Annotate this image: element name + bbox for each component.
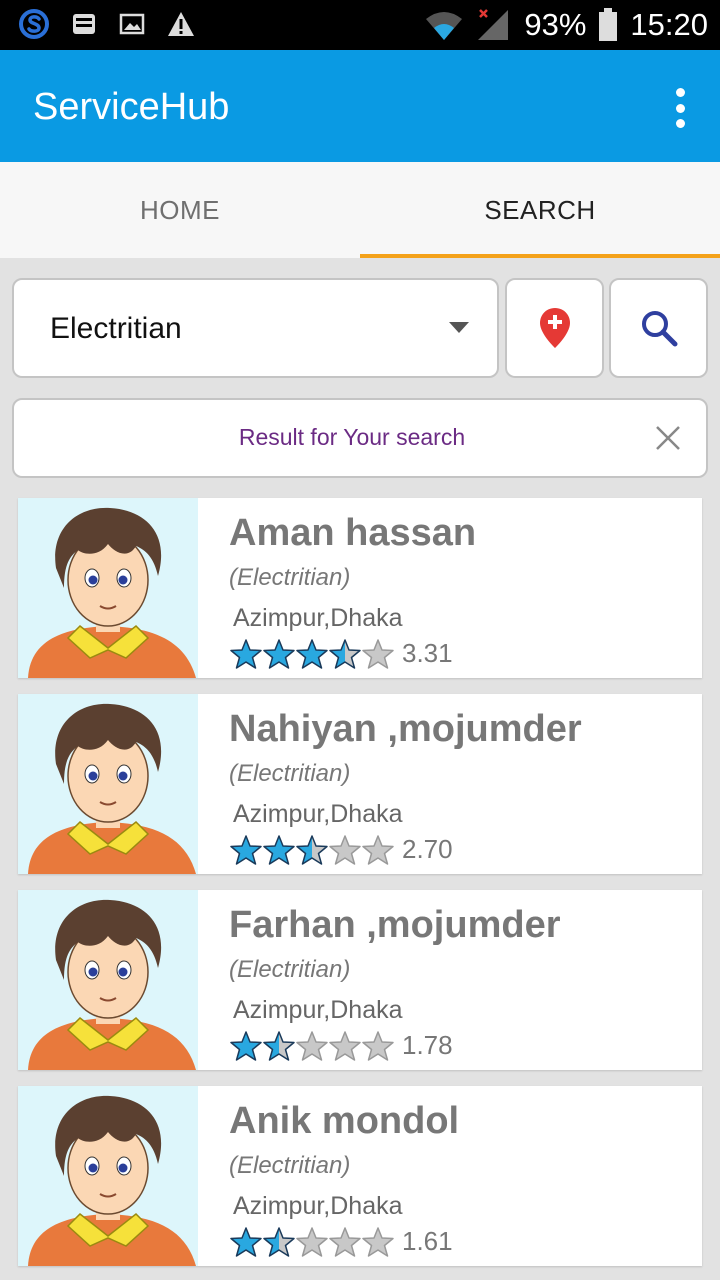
provider-location: Azimpur,Dhaka [233, 1192, 403, 1220]
status-bar: 93% 15:20 [0, 0, 720, 50]
star-empty-icon [362, 1030, 394, 1061]
result-card[interactable]: Aman hassan (Electritian) Azimpur,Dhaka … [18, 498, 702, 678]
star-empty-icon [362, 638, 394, 669]
result-banner: Result for Your search [12, 398, 708, 478]
rating-row: 1.78 [230, 1030, 453, 1061]
tab-home[interactable]: HOME [0, 162, 360, 258]
star-half-icon [263, 1030, 295, 1061]
results-list: Aman hassan (Electritian) Azimpur,Dhaka … [18, 498, 702, 1280]
avatar [18, 694, 198, 874]
provider-category: (Electritian) [229, 760, 351, 787]
battery-icon [599, 8, 618, 41]
star-full-icon [230, 638, 262, 669]
location-button[interactable] [505, 278, 604, 378]
provider-location: Azimpur,Dhaka [233, 996, 403, 1024]
star-full-icon [230, 834, 262, 865]
provider-category: (Electritian) [229, 956, 351, 983]
cell-signal-icon [478, 9, 509, 40]
star-half-icon [263, 1226, 295, 1257]
category-selected: Electritian [50, 312, 182, 345]
provider-location: Azimpur,Dhaka [233, 800, 403, 828]
search-button[interactable] [609, 278, 708, 378]
inbox-icon [73, 14, 95, 34]
provider-name: Anik mondol [229, 1100, 460, 1142]
tab-bar: HOME SEARCH [0, 162, 720, 258]
provider-name: Nahiyan ,mojumder [229, 708, 582, 750]
rating-stars [230, 638, 394, 669]
provider-location: Azimpur,Dhaka [233, 604, 403, 632]
image-icon [119, 13, 145, 35]
skype-icon [19, 9, 49, 39]
overflow-menu-icon[interactable] [670, 88, 690, 128]
star-full-icon [230, 1226, 262, 1257]
avatar [18, 498, 198, 678]
rating-stars [230, 1226, 394, 1257]
avatar [18, 1086, 198, 1266]
rating-row: 2.70 [230, 834, 453, 865]
star-empty-icon [296, 1226, 328, 1257]
star-empty-icon [329, 834, 361, 865]
star-full-icon [296, 638, 328, 669]
app-bar: ServiceHub [0, 50, 720, 162]
provider-name: Aman hassan [229, 512, 477, 554]
star-empty-icon [329, 1030, 361, 1061]
warning-icon [168, 12, 194, 36]
dropdown-arrow-icon [449, 322, 469, 333]
star-half-icon [329, 638, 361, 669]
location-pin-icon [539, 308, 570, 348]
result-card[interactable]: Nahiyan ,mojumder (Electritian) Azimpur,… [18, 694, 702, 874]
provider-name: Farhan ,mojumder [229, 904, 561, 946]
star-full-icon [263, 638, 295, 669]
tab-indicator [360, 254, 720, 258]
category-dropdown[interactable]: Electritian [12, 278, 499, 378]
result-card[interactable]: Anik mondol (Electritian) Azimpur,Dhaka … [18, 1086, 702, 1266]
wifi-icon [426, 12, 463, 40]
rating-value: 3.31 [402, 638, 453, 668]
close-icon[interactable] [654, 424, 682, 452]
app-title: ServiceHub [33, 86, 230, 128]
star-full-icon [263, 834, 295, 865]
rating-value: 1.78 [402, 1030, 453, 1060]
star-empty-icon [362, 1226, 394, 1257]
rating-value: 1.61 [402, 1226, 453, 1256]
star-full-icon [230, 1030, 262, 1061]
star-empty-icon [329, 1226, 361, 1257]
star-empty-icon [296, 1030, 328, 1061]
battery-percent: 93% [524, 7, 587, 42]
tab-search[interactable]: SEARCH [360, 162, 720, 258]
rating-row: 1.61 [230, 1226, 453, 1257]
provider-category: (Electritian) [229, 1152, 351, 1179]
rating-stars [230, 834, 394, 865]
result-banner-text: Result for Your search [238, 424, 466, 450]
rating-value: 2.70 [402, 834, 453, 864]
search-icon [641, 311, 677, 347]
avatar [18, 890, 198, 1070]
star-empty-icon [362, 834, 394, 865]
clock: 15:20 [630, 7, 708, 42]
rating-row: 3.31 [230, 638, 453, 669]
provider-category: (Electritian) [229, 564, 351, 591]
result-card[interactable]: Farhan ,mojumder (Electritian) Azimpur,D… [18, 890, 702, 1070]
star-half-icon [296, 834, 328, 865]
rating-stars [230, 1030, 394, 1061]
